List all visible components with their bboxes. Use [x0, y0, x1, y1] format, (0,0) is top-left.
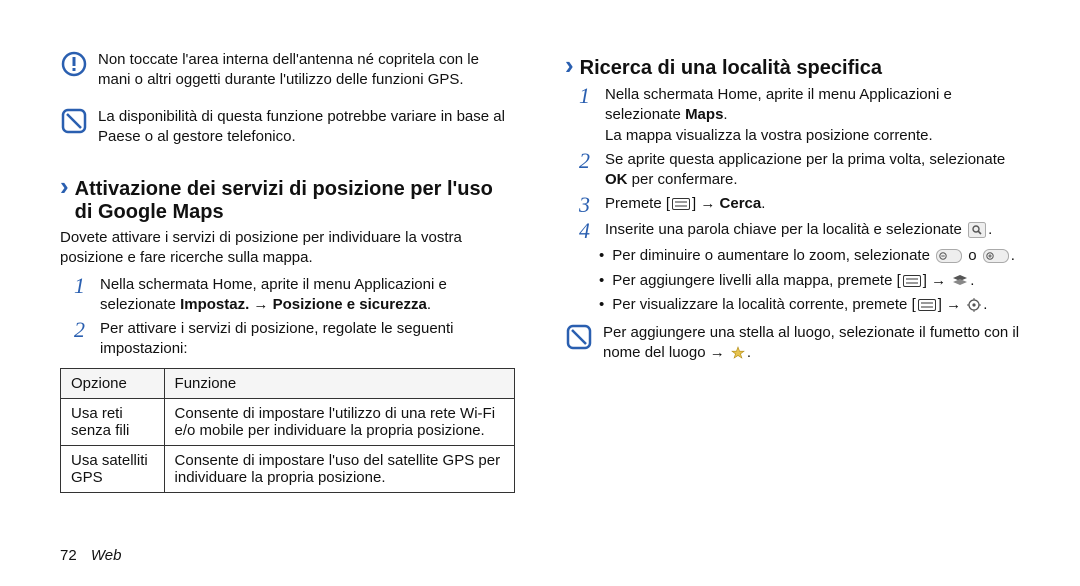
step-3: 3 Premete [] → Cerca. — [579, 194, 1020, 216]
right-column: › Ricerca di una località specifica 1 Ne… — [565, 50, 1020, 493]
step-number: 2 — [74, 319, 92, 341]
zoom-in-icon — [983, 249, 1009, 263]
bullet-layers-text: Per aggiungere livelli alla mappa, preme… — [612, 271, 974, 291]
tip-note: Per aggiungere una stella al luogo, sele… — [565, 323, 1020, 370]
step-3-text: Premete [] → Cerca. — [605, 194, 765, 214]
table-cell: Consente di impostare l'uso del satellit… — [164, 445, 514, 492]
heading-search-location: › Ricerca di una località specifica — [565, 50, 1020, 81]
caution-note: Non toccate l'area interna dell'antenna … — [60, 50, 515, 97]
step-2-text: Se aprite questa applicazione per la pri… — [605, 150, 1020, 191]
note-icon — [60, 107, 88, 135]
search-button-icon — [968, 222, 986, 238]
step-number: 4 — [579, 220, 597, 242]
bullet-layers: • Per aggiungere livelli alla mappa, pre… — [599, 271, 1020, 291]
bullet-zoom: • Per diminuire o aumentare lo zoom, sel… — [599, 246, 1020, 266]
menu-key-icon — [903, 275, 921, 287]
zoom-out-icon — [936, 249, 962, 263]
step-number: 1 — [579, 85, 597, 107]
step-number: 2 — [579, 150, 597, 172]
step-1-text: Nella schermata Home, aprite il menu App… — [100, 275, 515, 316]
bullet-icon: • — [599, 246, 604, 266]
page-footer: 72 Web — [60, 547, 121, 564]
menu-key-icon — [918, 299, 936, 311]
step-2-text: Per attivare i servizi di posizione, reg… — [100, 319, 515, 360]
left-column: Non toccate l'area interna dell'antenna … — [60, 50, 515, 493]
table-cell: Usa satelliti GPS — [61, 445, 165, 492]
table-row: Usa satelliti GPS Consente di impostare … — [61, 445, 515, 492]
bullet-icon: • — [599, 271, 604, 291]
heading-text: Attivazione dei servizi di posizione per… — [75, 178, 515, 224]
note-icon — [565, 323, 593, 351]
table-header-option: Opzione — [61, 368, 165, 398]
step-2: 2 Se aprite questa applicazione per la p… — [579, 150, 1020, 191]
options-table: Opzione Funzione Usa reti senza fili Con… — [60, 368, 515, 493]
step-4: 4 Inserite una parola chiave per la loca… — [579, 220, 1020, 242]
star-icon — [731, 346, 745, 360]
step-4-text: Inserite una parola chiave per la locali… — [605, 220, 992, 240]
page-number: 72 — [60, 547, 77, 564]
step-1-text: Nella schermata Home, aprite il menu App… — [605, 85, 1020, 146]
caution-text: Non toccate l'area interna dell'antenna … — [98, 50, 515, 91]
my-location-icon — [967, 298, 981, 312]
menu-key-icon — [672, 198, 690, 210]
step-2: 2 Per attivare i servizi di posizione, r… — [74, 319, 515, 360]
step-number: 3 — [579, 194, 597, 216]
intro-paragraph: Dovete attivare i servizi di posizione p… — [60, 228, 515, 269]
heading-activate-location: › Attivazione dei servizi di posizione p… — [60, 171, 515, 224]
table-cell: Usa reti senza fili — [61, 398, 165, 445]
heading-text: Ricerca di una località specifica — [580, 57, 882, 80]
step-number: 1 — [74, 275, 92, 297]
heading-marker-icon: › — [60, 171, 69, 202]
tip-text: Per aggiungere una stella al luogo, sele… — [603, 323, 1020, 364]
layers-icon — [952, 274, 968, 288]
bullet-zoom-text: Per diminuire o aumentare lo zoom, selez… — [612, 246, 1015, 266]
heading-marker-icon: › — [565, 50, 574, 81]
note-text: La disponibilità di questa funzione potr… — [98, 107, 515, 148]
table-cell: Consente di impostare l'utilizzo di una … — [164, 398, 514, 445]
step-1: 1 Nella schermata Home, aprite il menu A… — [579, 85, 1020, 146]
caution-icon — [60, 50, 88, 78]
table-row: Usa reti senza fili Consente di impostar… — [61, 398, 515, 445]
step-1: 1 Nella schermata Home, aprite il menu A… — [74, 275, 515, 316]
bullet-current-location: • Per visualizzare la località corrente,… — [599, 295, 1020, 315]
bullet-icon: • — [599, 295, 604, 315]
section-name: Web — [91, 547, 122, 564]
table-header-function: Funzione — [164, 368, 514, 398]
bullet-current-location-text: Per visualizzare la località corrente, p… — [612, 295, 987, 315]
availability-note: La disponibilità di questa funzione potr… — [60, 107, 515, 154]
